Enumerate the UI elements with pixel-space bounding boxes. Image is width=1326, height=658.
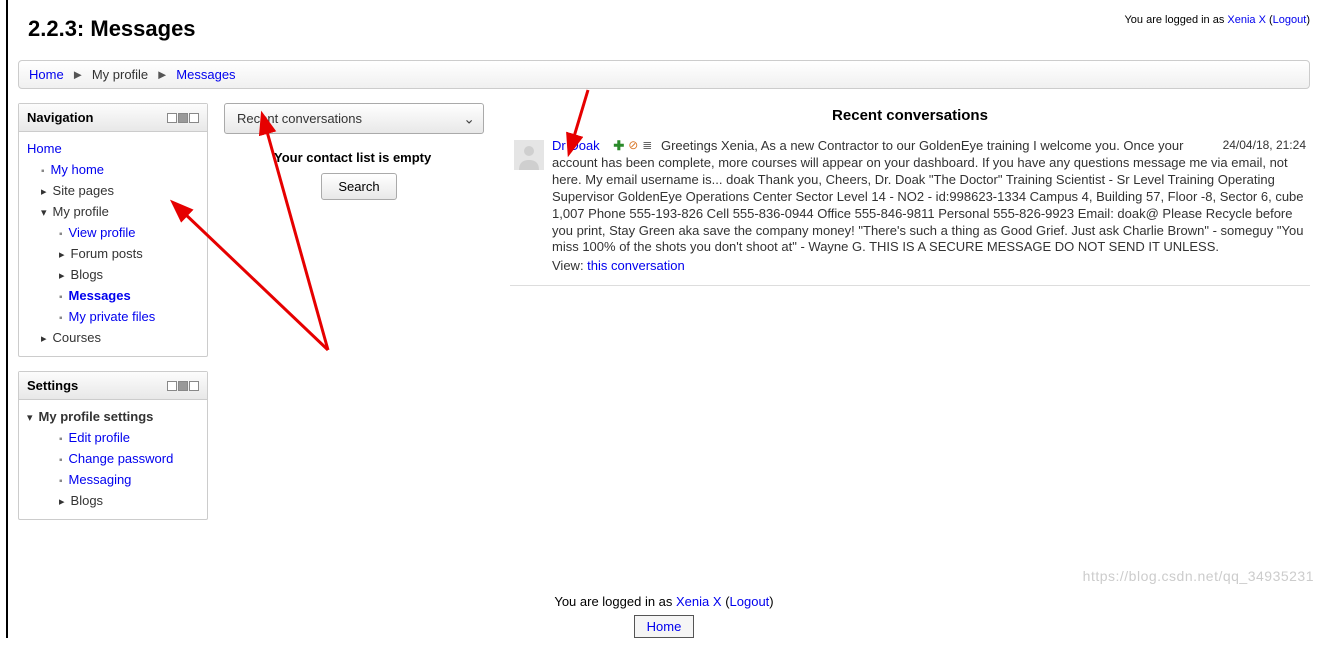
- paren-close: ): [769, 594, 773, 609]
- footer-home-button[interactable]: Home: [634, 615, 694, 638]
- message-history-icon[interactable]: ≣: [642, 138, 651, 155]
- login-prefix: You are logged in as: [1124, 14, 1227, 26]
- navigation-block-title: Navigation: [27, 110, 93, 125]
- footer-logout-link[interactable]: Logout: [730, 594, 770, 609]
- block-move-icon[interactable]: [167, 113, 177, 123]
- block-controls[interactable]: [167, 113, 199, 123]
- avatar[interactable]: [514, 140, 544, 170]
- block-controls[interactable]: [167, 381, 199, 391]
- message-time: 24/04/18, 21:24: [1211, 138, 1306, 154]
- add-contact-icon[interactable]: ✚: [613, 138, 624, 155]
- nav-home[interactable]: Home: [27, 141, 62, 156]
- settings-root[interactable]: My profile settings: [39, 409, 154, 424]
- view-conversation-link[interactable]: this conversation: [587, 258, 685, 273]
- block-hide-icon[interactable]: [189, 113, 199, 123]
- block-hide-icon[interactable]: [189, 381, 199, 391]
- nav-view-profile[interactable]: View profile: [69, 225, 136, 240]
- settings-block: Settings My profile settings Edit profil…: [18, 371, 208, 520]
- breadcrumb-profile: My profile: [92, 67, 148, 82]
- nav-site-pages[interactable]: Site pages: [53, 183, 114, 198]
- settings-block-title: Settings: [27, 378, 78, 393]
- watermark: https://blog.csdn.net/qq_34935231: [1083, 568, 1314, 584]
- breadcrumb-sep-icon: ►: [71, 67, 84, 82]
- paren-close: ): [1306, 14, 1310, 26]
- nav-courses[interactable]: Courses: [53, 330, 101, 345]
- breadcrumb-home[interactable]: Home: [29, 67, 64, 82]
- recent-conversations-heading: Recent conversations: [510, 107, 1310, 124]
- login-info-bottom: You are logged in as Xenia X (Logout): [18, 594, 1310, 609]
- view-label: View:: [552, 258, 587, 273]
- settings-blogs[interactable]: Blogs: [71, 493, 104, 508]
- chevron-down-icon: ⌄: [463, 110, 475, 127]
- login-info-top: You are logged in as Xenia X (Logout): [1124, 14, 1310, 26]
- settings-edit-profile[interactable]: Edit profile: [69, 430, 130, 445]
- message-row: 24/04/18, 21:24 Dr Doak ✚ ⊘ ≣ Greetings …: [510, 138, 1310, 286]
- nav-my-profile[interactable]: My profile: [53, 204, 109, 219]
- nav-my-home[interactable]: My home: [51, 162, 104, 177]
- logout-link[interactable]: Logout: [1273, 14, 1307, 26]
- block-move-icon[interactable]: [167, 381, 177, 391]
- current-user-link[interactable]: Xenia X: [1227, 14, 1266, 26]
- block-dock-icon[interactable]: [178, 381, 188, 391]
- nav-messages[interactable]: Messages: [69, 288, 131, 303]
- block-contact-icon[interactable]: ⊘: [628, 138, 638, 155]
- message-sender-link[interactable]: Dr Doak: [552, 138, 600, 153]
- nav-blogs[interactable]: Blogs: [71, 267, 104, 282]
- empty-contact-list: Your contact list is empty: [274, 150, 494, 165]
- message-nav-dropdown[interactable]: Recent conversations ⌄: [224, 103, 484, 134]
- settings-messaging[interactable]: Messaging: [69, 472, 132, 487]
- search-button[interactable]: Search: [321, 173, 396, 200]
- nav-forum-posts[interactable]: Forum posts: [71, 246, 143, 261]
- settings-change-password[interactable]: Change password: [69, 451, 174, 466]
- block-dock-icon[interactable]: [178, 113, 188, 123]
- breadcrumb: Home ► My profile ► Messages: [18, 60, 1310, 89]
- breadcrumb-messages[interactable]: Messages: [176, 67, 235, 82]
- page-title: 2.2.3: Messages: [28, 16, 196, 42]
- message-body-text: Greetings Xenia, As a new Contractor to …: [552, 138, 1304, 254]
- footer-login-prefix: You are logged in as: [554, 594, 676, 609]
- breadcrumb-sep-icon: ►: [156, 67, 169, 82]
- footer-user-link[interactable]: Xenia X: [676, 594, 722, 609]
- nav-my-private-files[interactable]: My private files: [69, 309, 156, 324]
- navigation-block: Navigation Home My home Site pages My pr…: [18, 103, 208, 357]
- dropdown-selected-label: Recent conversations: [237, 111, 362, 126]
